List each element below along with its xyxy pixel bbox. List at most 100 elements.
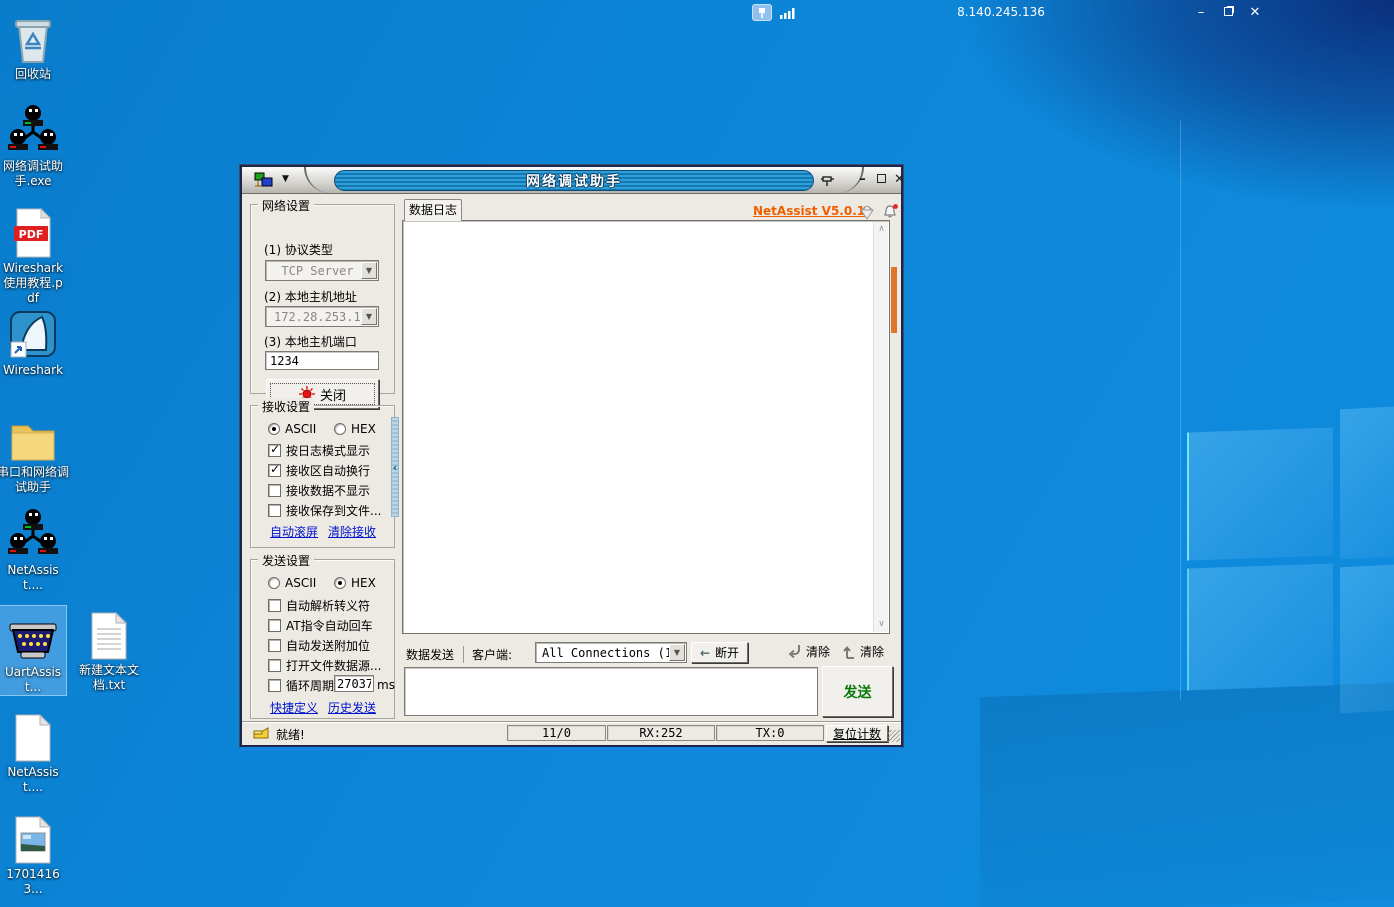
- recv-option-log-mode[interactable]: 按日志模式显示: [268, 442, 370, 459]
- send-option-file-source[interactable]: 打开文件数据源...: [268, 657, 381, 674]
- host-select[interactable]: 172.28.253.162 ▼: [265, 306, 379, 327]
- maximize-button[interactable]: [873, 172, 890, 189]
- window-title: 网络调试助手: [526, 174, 622, 190]
- client-label: 客户端:: [472, 646, 512, 663]
- restore-icon: [1224, 7, 1233, 16]
- scroll-up-icon[interactable]: ∧: [874, 222, 889, 237]
- desktop-icon-label: 串口和网络调试助手: [0, 465, 69, 495]
- image-file-icon: [0, 812, 66, 864]
- dropdown-arrow-icon[interactable]: ▼: [361, 308, 377, 325]
- wireshark-icon: [0, 308, 66, 360]
- rdp-restore-button[interactable]: [1217, 4, 1239, 22]
- window-titlebar[interactable]: ▼ 网络调试助手 – ✕: [242, 167, 901, 194]
- recv-ascii-radio[interactable]: ASCII: [268, 422, 316, 436]
- cycle-unit-label: ms: [377, 678, 395, 692]
- send-button[interactable]: 发送: [822, 666, 893, 717]
- pointing-hand-icon: [253, 726, 270, 740]
- status-ready-text: 就绪!: [276, 726, 305, 743]
- send-option-at-cr[interactable]: AT指令自动回车: [268, 617, 373, 634]
- data-log-area[interactable]: ∧ ∨: [402, 220, 890, 634]
- recv-hex-radio[interactable]: HEX: [334, 422, 376, 436]
- recv-option-hide[interactable]: 接收数据不显示: [268, 482, 370, 499]
- svg-text:PDF: PDF: [19, 228, 44, 241]
- clear-recv-link[interactable]: 清除接收: [328, 523, 376, 540]
- desktop-icon-image-file[interactable]: 17014163...: [0, 812, 66, 897]
- dropdown-arrow-icon[interactable]: ▼: [669, 644, 685, 661]
- tab-data-log[interactable]: 数据日志: [404, 199, 462, 221]
- notification-bell-icon[interactable]: [882, 203, 899, 220]
- checkbox-icon: [268, 484, 281, 497]
- netassist-window: ▼ 网络调试助手 – ✕ 网络设置 (1) 协议类型 TCP Server ▼: [240, 165, 903, 747]
- desktop-icon-netassist-exe[interactable]: 网络调试助手.exe: [0, 104, 66, 189]
- rdp-minimize-button[interactable]: –: [1190, 4, 1212, 22]
- close-button[interactable]: ✕: [891, 172, 908, 189]
- wallpaper-floor: [980, 683, 1394, 907]
- desktop-icon-label: NetAssist....: [0, 765, 66, 795]
- clear-send-button[interactable]: 清除: [843, 643, 884, 660]
- recv-option-wrap[interactable]: 接收区自动换行: [268, 462, 370, 479]
- desktop-icon-label: Wireshark: [0, 363, 66, 378]
- scroll-down-icon[interactable]: ∨: [874, 617, 889, 632]
- send-option-cycle[interactable]: 循环周期: [268, 677, 334, 694]
- protocol-select[interactable]: TCP Server ▼: [265, 260, 379, 281]
- status-tx: TX:0: [716, 725, 824, 741]
- minimize-button[interactable]: –: [854, 172, 871, 189]
- desktop-icon-netassist-file[interactable]: NetAssist....: [0, 710, 66, 795]
- send-hex-radio[interactable]: HEX: [334, 576, 376, 590]
- maximize-icon: [877, 174, 886, 183]
- desktop-icon-label: UartAssist...: [0, 665, 66, 695]
- folder-icon: [0, 410, 69, 462]
- reset-counter-button[interactable]: 复位计数: [826, 725, 888, 742]
- port-input[interactable]: [265, 351, 379, 370]
- desktop-icon-label: 新建文本文档.txt: [74, 663, 144, 693]
- rdp-close-button[interactable]: ✕: [1244, 4, 1266, 22]
- group-title: 发送设置: [258, 552, 314, 569]
- panel-collapse-handle[interactable]: ‹: [391, 417, 399, 517]
- host-label: (2) 本地主机地址: [264, 288, 357, 305]
- serial-connector-icon: [0, 610, 66, 662]
- resize-grip-icon[interactable]: [888, 730, 900, 742]
- dropdown-arrow-icon[interactable]: ▼: [361, 262, 377, 279]
- recv-option-save-file[interactable]: 接收保存到文件...: [268, 502, 381, 519]
- checkbox-icon: [268, 639, 281, 652]
- status-rx: RX:252: [607, 725, 715, 741]
- shortcut-define-link[interactable]: 快捷定义: [270, 699, 318, 716]
- send-option-escape[interactable]: 自动解析转义符: [268, 597, 370, 614]
- disconnect-button[interactable]: ← 断开: [691, 642, 748, 663]
- history-send-link[interactable]: 历史发送: [328, 699, 376, 716]
- diamond-icon[interactable]: [858, 205, 876, 220]
- app-menu-arrow-icon[interactable]: ▼: [282, 174, 289, 184]
- desktop-icon-netassist-shortcut[interactable]: NetAssist....: [0, 508, 66, 593]
- edge-marker-strip: [891, 267, 897, 333]
- tab-data-send[interactable]: 数据发送: [406, 646, 464, 663]
- version-link[interactable]: NetAssist V5.0.1: [753, 204, 865, 218]
- port-label: (3) 本地主机端口: [264, 333, 357, 350]
- clear-down-arrow-icon: [788, 644, 802, 659]
- cycle-period-input[interactable]: [334, 675, 374, 692]
- radio-icon: [334, 423, 346, 435]
- group-title: 接收设置: [258, 398, 314, 415]
- network-nodes-icon: [0, 508, 66, 560]
- desktop-icon-label: 网络调试助手.exe: [0, 159, 66, 189]
- pin-icon[interactable]: [820, 173, 835, 188]
- rdp-connection-bar[interactable]: 8.140.245.136 – ✕: [712, 0, 1290, 26]
- checkbox-icon: [268, 659, 281, 672]
- desktop-icon-uartassist[interactable]: UartAssist...: [0, 606, 66, 695]
- log-scrollbar[interactable]: ∧ ∨: [873, 222, 888, 632]
- send-text-input[interactable]: [404, 667, 818, 716]
- recycle-bin-icon: [0, 12, 66, 64]
- left-arrow-icon: ←: [700, 646, 710, 660]
- desktop-icon-new-text-file[interactable]: 新建文本文档.txt: [74, 608, 144, 693]
- client-select[interactable]: All Connections (1) ▼: [535, 642, 687, 663]
- desktop-icon-folder[interactable]: 串口和网络调试助手: [0, 410, 69, 495]
- radio-icon: [268, 423, 280, 435]
- text-file-icon: [74, 608, 144, 660]
- desktop-icon-wireshark-pdf[interactable]: PDF Wireshark使用教程.pdf: [0, 206, 66, 306]
- checkbox-icon: [268, 619, 281, 632]
- clear-recv-button[interactable]: 清除: [788, 643, 830, 660]
- send-ascii-radio[interactable]: ASCII: [268, 576, 316, 590]
- send-option-append[interactable]: 自动发送附加位: [268, 637, 370, 654]
- desktop-icon-recycle-bin[interactable]: 回收站: [0, 12, 66, 82]
- autoscroll-link[interactable]: 自动滚屏: [270, 523, 318, 540]
- desktop-icon-wireshark[interactable]: Wireshark: [0, 308, 66, 378]
